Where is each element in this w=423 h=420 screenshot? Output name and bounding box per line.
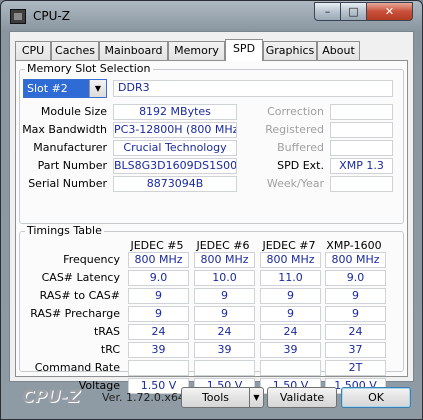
minimize-button[interactable]: –	[314, 2, 341, 21]
tools-dropdown-arrow-icon[interactable]: ▼	[249, 387, 264, 408]
timing-cell: 9	[325, 288, 386, 304]
module-size-value: 8192 MBytes	[113, 104, 237, 120]
timing-cell: 9	[194, 288, 255, 304]
timings-col-jedec7: JEDEC #7	[262, 239, 316, 252]
timing-cell: 9	[194, 306, 255, 322]
timing-cell: 24	[260, 324, 321, 340]
timing-cell: 9.0	[128, 270, 189, 286]
module-size-label: Module Size	[40, 105, 107, 118]
timings-col-xmp1600: XMP-1600	[326, 239, 382, 252]
spd-ext-value: XMP 1.3	[330, 158, 393, 174]
buffered-value	[330, 140, 393, 156]
timing-cell: 37	[325, 342, 386, 358]
correction-label: Correction	[267, 105, 324, 118]
timing-cell: 2T	[325, 360, 386, 376]
tab-graphics[interactable]: Graphics	[263, 41, 317, 60]
memory-slot-group: Memory Slot Selection Slot #2 ▼ DDR3 Mod…	[19, 62, 404, 224]
ok-button[interactable]: OK	[341, 387, 411, 408]
tab-about[interactable]: About	[317, 41, 360, 60]
timing-cell: 39	[128, 342, 189, 358]
part-number-label: Part Number	[37, 159, 107, 172]
timing-cell: 9	[128, 288, 189, 304]
spd-panel: Memory Slot Selection Slot #2 ▼ DDR3 Mod…	[15, 60, 408, 394]
registered-label: Registered	[265, 123, 324, 136]
timing-cell	[260, 360, 321, 376]
tab-memory[interactable]: Memory	[168, 41, 225, 60]
close-button[interactable]: ✕	[366, 2, 413, 21]
timing-cell: 9	[260, 306, 321, 322]
timing-cell: 800 MHz	[128, 252, 189, 268]
timing-cell: 9	[260, 288, 321, 304]
timing-cell: 11.0	[260, 270, 321, 286]
client-area: CPU Caches Mainboard Memory SPD Graphics…	[9, 31, 414, 408]
cpuz-window: CPU-Z – □ ✕ CPU Caches Mainboard Memory …	[0, 0, 423, 420]
timing-cell: 9	[325, 306, 386, 322]
manufacturer-value: Crucial Technology	[113, 140, 237, 156]
serial-number-value: 8873094B	[113, 176, 237, 192]
timing-cell: 39	[260, 342, 321, 358]
timing-cell: 800 MHz	[194, 252, 255, 268]
timing-row-label: Frequency	[63, 253, 120, 266]
timing-cell: 800 MHz	[325, 252, 386, 268]
timing-row-label: CAS# Latency	[41, 271, 120, 284]
validate-button[interactable]: Validate	[267, 387, 337, 408]
timings-group-label: Timings Table	[25, 224, 104, 237]
version-text: Ver. 1.72.0.x64	[102, 391, 185, 404]
cpuz-logo: CPU-Z	[22, 387, 81, 407]
tab-cpu[interactable]: CPU	[15, 41, 51, 60]
week-year-label: Week/Year	[266, 177, 324, 190]
maximize-button[interactable]: □	[340, 2, 367, 21]
registered-value	[330, 122, 393, 138]
timing-cell: 9.0	[325, 270, 386, 286]
window-title: CPU-Z	[33, 9, 70, 23]
timings-col-jedec5: JEDEC #5	[130, 239, 184, 252]
correction-value	[330, 104, 393, 120]
timing-cell: 9	[128, 306, 189, 322]
serial-number-label: Serial Number	[28, 177, 107, 190]
tab-spd[interactable]: SPD	[225, 39, 263, 61]
timing-cell	[194, 360, 255, 376]
slot-select[interactable]: Slot #2 ▼	[23, 79, 107, 98]
memory-slot-group-label: Memory Slot Selection	[25, 62, 153, 75]
footer-bar: CPU-Z Ver. 1.72.0.x64 Tools ▼ Validate O…	[10, 382, 415, 412]
week-year-value	[330, 176, 393, 192]
timing-cell: 10.0	[194, 270, 255, 286]
tab-caches[interactable]: Caches	[51, 41, 99, 60]
timing-cell: 24	[194, 324, 255, 340]
max-bandwidth-label: Max Bandwidth	[22, 123, 107, 136]
timing-row-label: tRAS	[93, 325, 120, 338]
timing-row-label: RAS# Precharge	[30, 307, 120, 320]
timing-row-label: Command Rate	[34, 361, 120, 374]
buffered-label: Buffered	[277, 141, 324, 154]
manufacturer-label: Manufacturer	[33, 141, 107, 154]
timing-row-label: tRC	[100, 343, 120, 356]
chevron-down-icon[interactable]: ▼	[89, 80, 106, 97]
memory-type-value: DDR3	[113, 80, 393, 97]
cpuz-app-icon	[10, 9, 26, 24]
tab-mainboard[interactable]: Mainboard	[99, 41, 168, 60]
timing-cell: 39	[194, 342, 255, 358]
tools-button[interactable]: Tools	[181, 387, 250, 408]
timing-cell: 800 MHz	[260, 252, 321, 268]
timing-row-label: RAS# to CAS#	[39, 289, 120, 302]
timing-cell: 24	[128, 324, 189, 340]
max-bandwidth-value: PC3-12800H (800 MHz)	[113, 122, 237, 138]
spd-ext-label: SPD Ext.	[277, 159, 324, 172]
timing-cell: 24	[325, 324, 386, 340]
part-number-value: BLS8G3D1609DS1S00.	[113, 158, 237, 174]
title-bar[interactable]: CPU-Z – □ ✕	[1, 1, 422, 31]
timings-col-jedec6: JEDEC #6	[196, 239, 250, 252]
slot-select-value: Slot #2	[27, 82, 68, 95]
timing-cell	[128, 360, 189, 376]
